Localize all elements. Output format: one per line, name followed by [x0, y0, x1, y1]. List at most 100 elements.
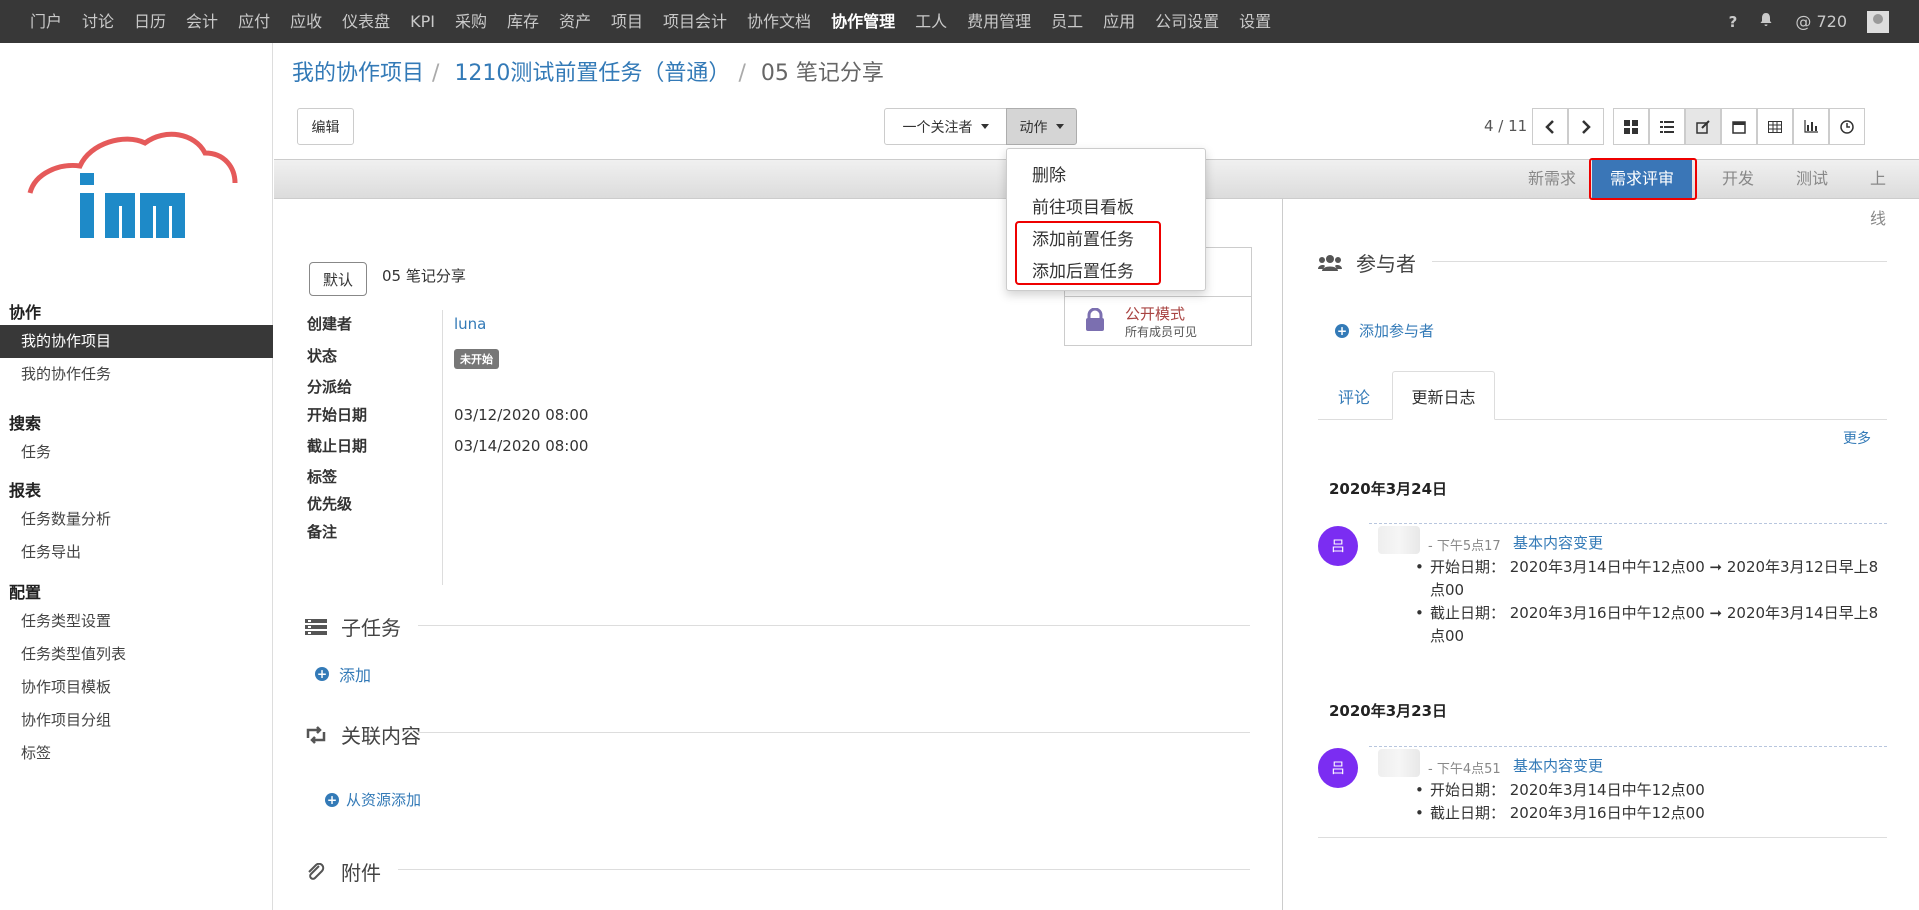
- label-assigned: 分派给: [307, 378, 353, 396]
- edit-icon: [1696, 119, 1710, 134]
- actions-button[interactable]: 动作: [1006, 108, 1077, 145]
- user-avatar[interactable]: [1867, 10, 1889, 33]
- tab-comments[interactable]: 评论: [1318, 371, 1390, 420]
- related-heading: 关联内容: [305, 720, 421, 749]
- nav-item-dashboard[interactable]: 仪表盘: [332, 0, 400, 43]
- sidebar-section-collab: 协作 我的协作项目 我的协作任务: [0, 301, 273, 391]
- sidebar-item-task-analysis[interactable]: 任务数量分析: [0, 503, 273, 536]
- sidebar-heading: 报表: [9, 481, 42, 500]
- log-title[interactable]: 基本内容变更: [1513, 532, 1603, 553]
- nav-item-expenses[interactable]: 费用管理: [957, 0, 1041, 43]
- nav-item-project-accounting[interactable]: 项目会计: [653, 0, 737, 43]
- calendar-view-button[interactable]: [1721, 108, 1757, 145]
- breadcrumb-current: 05 笔记分享: [760, 61, 884, 86]
- followers-label: 一个关注者: [902, 119, 973, 136]
- mention-count[interactable]: @ 720: [1795, 12, 1847, 31]
- attachments-title: 附件: [341, 861, 381, 885]
- bell-icon[interactable]: [1759, 12, 1773, 31]
- nav-item-receivable[interactable]: 应收: [280, 0, 332, 43]
- sidebar-item-tags[interactable]: 标签: [0, 737, 273, 770]
- stage-new[interactable]: 新需求: [1510, 159, 1594, 199]
- top-right-tools: ? @ 720: [1729, 0, 1919, 43]
- help-icon[interactable]: ?: [1729, 13, 1738, 31]
- blurred-username: [1378, 526, 1420, 554]
- log-avatar: 吕: [1318, 526, 1358, 566]
- caret-down-icon: [1055, 124, 1064, 129]
- add-subtask-link[interactable]: + 添加: [315, 662, 371, 686]
- paperclip-icon: [308, 862, 325, 880]
- breadcrumb-root[interactable]: 我的协作项目: [292, 61, 424, 86]
- followers-button[interactable]: 一个关注者: [884, 108, 1007, 145]
- chevron-right-icon: [1582, 119, 1591, 134]
- stage-dev[interactable]: 开发: [1704, 159, 1772, 199]
- log-title[interactable]: 基本内容变更: [1513, 755, 1603, 776]
- nav-item-assets[interactable]: 资产: [549, 0, 601, 43]
- log-time: - 下午5点17: [1428, 539, 1501, 554]
- nav-item-discuss[interactable]: 讨论: [72, 0, 124, 43]
- sidebar-item-my-tasks[interactable]: 我的协作任务: [0, 358, 273, 391]
- label-status: 状态: [307, 347, 338, 365]
- sidebar-item-my-projects[interactable]: 我的协作项目: [0, 325, 273, 358]
- nav-item-workers[interactable]: 工人: [905, 0, 957, 43]
- value-end-date[interactable]: 03/14/2020 08:00: [454, 437, 588, 455]
- nav-item-accounting[interactable]: 会计: [176, 0, 228, 43]
- add-participant-link[interactable]: + 添加参与者: [1335, 320, 1434, 341]
- log-date: 2020年3月24日: [1329, 480, 1448, 498]
- nav-item-portal[interactable]: 门户: [20, 0, 72, 43]
- next-record-button[interactable]: [1568, 108, 1604, 145]
- nav-item-purchase[interactable]: 采购: [445, 0, 497, 43]
- sidebar-item-task-type-settings[interactable]: 任务类型设置: [0, 605, 273, 638]
- sidebar-item-project-templates[interactable]: 协作项目模板: [0, 671, 273, 704]
- graph-view-button[interactable]: [1793, 108, 1829, 145]
- nav-item-kpi[interactable]: KPI: [400, 0, 445, 43]
- nav-item-inventory[interactable]: 库存: [497, 0, 549, 43]
- section-divider: [1432, 261, 1887, 262]
- panel-divider: [1282, 199, 1283, 910]
- activity-view-button[interactable]: [1829, 108, 1865, 145]
- sidebar: 协作 我的协作项目 我的协作任务 搜索 任务 报表 任务数量分析 任务导出 配置…: [0, 43, 273, 910]
- default-tag[interactable]: 默认: [309, 262, 367, 296]
- prev-record-button[interactable]: [1532, 108, 1568, 145]
- value-start-date[interactable]: 03/12/2020 08:00: [454, 406, 588, 424]
- sidebar-section-search: 搜索 任务: [0, 412, 273, 469]
- lock-icon: [1086, 308, 1104, 331]
- list-view-button[interactable]: [1649, 108, 1685, 145]
- nav-item-company-settings[interactable]: 公司设置: [1145, 0, 1229, 43]
- log-divider: [1369, 746, 1887, 747]
- sidebar-item-task-export[interactable]: 任务导出: [0, 536, 273, 569]
- add-from-resource-link[interactable]: + 从资源添加: [325, 789, 421, 810]
- nav-item-collab-docs[interactable]: 协作文档: [737, 0, 821, 43]
- sidebar-item-task-type-values[interactable]: 任务类型值列表: [0, 638, 273, 671]
- nav-item-payable[interactable]: 应付: [228, 0, 280, 43]
- tab-changelog[interactable]: 更新日志: [1392, 371, 1495, 420]
- sidebar-item-project-groups[interactable]: 协作项目分组: [0, 704, 273, 737]
- kanban-view-button[interactable]: [1613, 108, 1649, 145]
- nav-item-settings[interactable]: 设置: [1229, 0, 1281, 43]
- stage-release[interactable]: 上线: [1852, 159, 1919, 228]
- sidebar-item-tasks[interactable]: 任务: [0, 436, 273, 469]
- nav-item-apps[interactable]: 应用: [1093, 0, 1145, 43]
- form-view-button[interactable]: [1685, 108, 1721, 145]
- bar-chart-icon: [1804, 120, 1818, 133]
- label-tags: 标签: [307, 468, 338, 486]
- nav-item-calendar[interactable]: 日历: [124, 0, 176, 43]
- section-divider: [418, 625, 1250, 626]
- edit-button[interactable]: 编辑: [297, 108, 354, 145]
- value-creator[interactable]: luna: [454, 315, 486, 333]
- section-divider: [398, 869, 1250, 870]
- more-link[interactable]: 更多: [1843, 428, 1871, 448]
- table-view-button[interactable]: [1757, 108, 1793, 145]
- add-from-resource-label: 从资源添加: [346, 791, 422, 809]
- participants-title: 参与者: [1356, 252, 1416, 276]
- breadcrumb-project[interactable]: 1210测试前置任务（普通）: [454, 61, 730, 86]
- nav-item-project[interactable]: 项目: [601, 0, 653, 43]
- sidebar-heading: 配置: [9, 583, 42, 602]
- log-date: 2020年3月23日: [1329, 702, 1448, 720]
- caret-down-icon: [980, 124, 989, 129]
- nav-item-collab-mgmt[interactable]: 协作管理: [821, 0, 905, 43]
- nav-item-employees[interactable]: 员工: [1041, 0, 1093, 43]
- privacy-subtitle: 所有成员可见: [1125, 325, 1198, 339]
- stage-test[interactable]: 测试: [1778, 159, 1846, 199]
- menu-item-goto-kanban[interactable]: 前往项目看板: [1032, 193, 1134, 218]
- menu-item-delete[interactable]: 删除: [1032, 161, 1066, 186]
